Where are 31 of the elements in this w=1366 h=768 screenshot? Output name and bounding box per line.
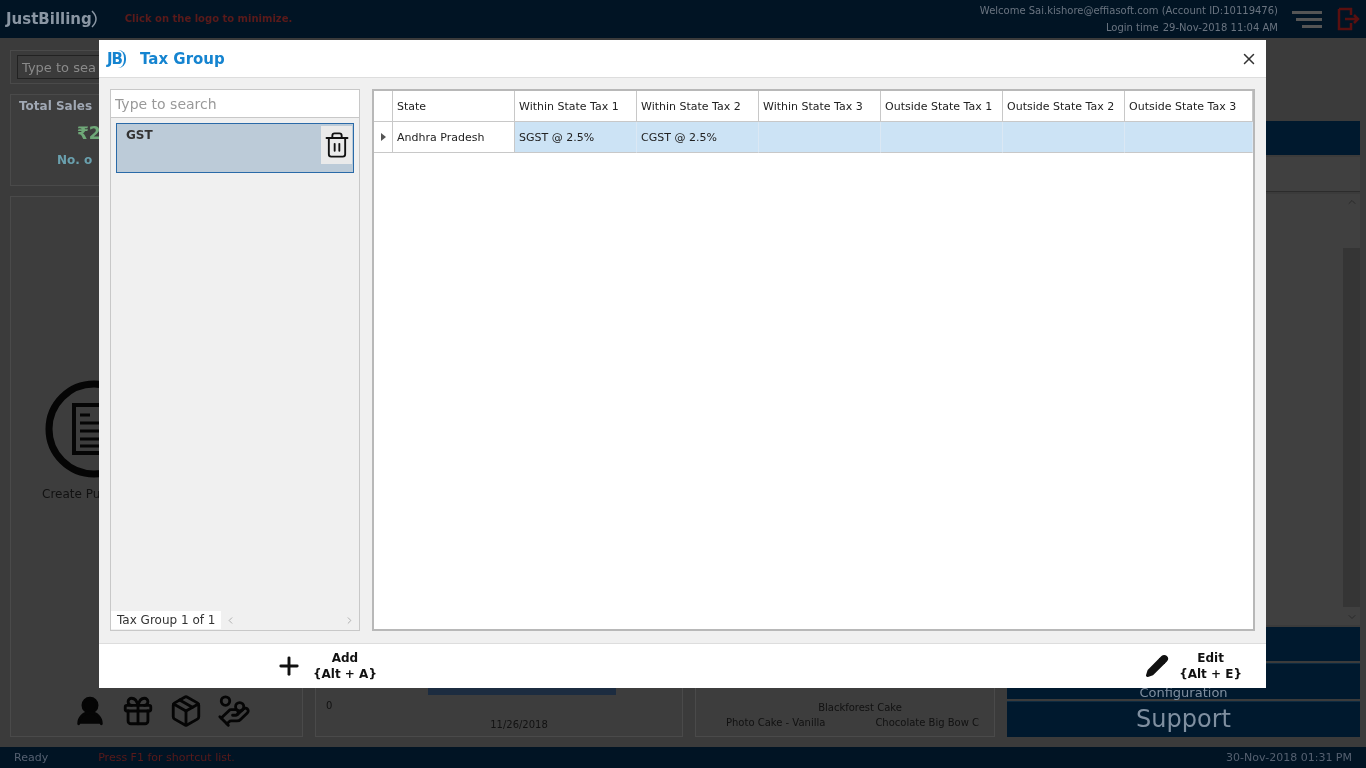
row-pointer-icon xyxy=(380,133,386,141)
delete-button[interactable] xyxy=(321,126,352,164)
shortcut-hint: Press F1 for shortcut list. xyxy=(98,750,235,764)
edit-button[interactable]: Edit {Alt + E} xyxy=(1145,650,1242,682)
count-label: No. o xyxy=(57,152,93,167)
app-logo[interactable]: JustBilling xyxy=(6,8,101,29)
status-text: Ready xyxy=(14,750,49,764)
status-datetime: 30-Nov-2018 01:31 PM xyxy=(1226,750,1352,764)
login-time: 29-Nov-2018 11:04 AM xyxy=(1162,21,1278,33)
sales-value: ₹2 xyxy=(77,122,101,143)
search-field[interactable]: Type to search xyxy=(111,90,359,118)
table-cell: SGST @ 2.5% xyxy=(515,122,637,153)
dialog-title: Tax Group xyxy=(140,49,225,68)
add-button[interactable]: Add {Alt + A} xyxy=(275,650,377,682)
logout-icon[interactable] xyxy=(1336,6,1360,31)
row-header xyxy=(374,91,393,122)
hand-coins-icon[interactable] xyxy=(217,693,251,728)
dialog-logo: JB xyxy=(107,49,126,68)
table-cell: Andhra Pradesh xyxy=(393,122,515,153)
login-label: Login time xyxy=(1105,21,1159,33)
menu-item[interactable]: Support xyxy=(1007,700,1360,737)
menu-icon[interactable] xyxy=(1292,8,1322,29)
pencil-icon xyxy=(1145,654,1170,678)
minimize-hint: Click on the logo to minimize. xyxy=(124,13,293,25)
box-icon[interactable] xyxy=(169,693,203,728)
group-item[interactable]: GST xyxy=(116,123,354,173)
welcome-text: Welcome Sai.kishore@effiasoft.com (Account ID:10119476) xyxy=(979,4,1278,16)
pager-text: Tax Group 1 of 1 xyxy=(111,611,222,629)
table-cell: CGST @ 2.5% xyxy=(637,122,759,153)
card-title: Total Sales xyxy=(19,98,93,113)
group-name: GST xyxy=(126,128,153,144)
